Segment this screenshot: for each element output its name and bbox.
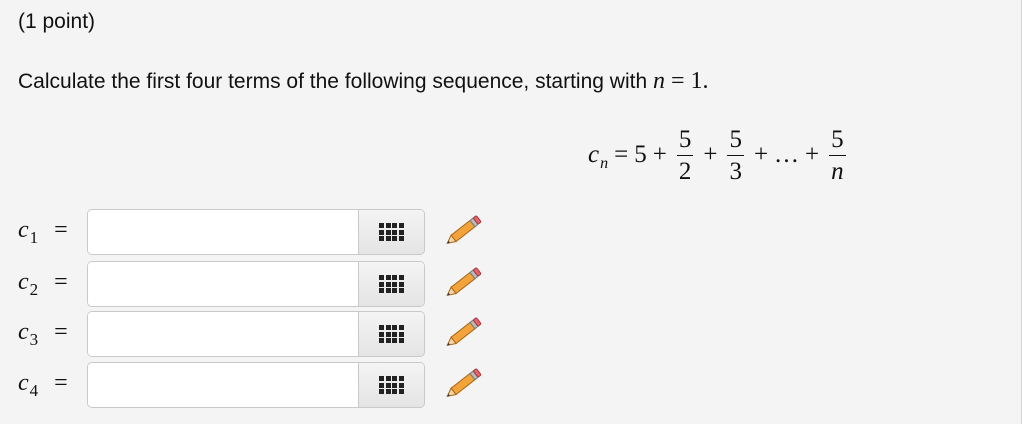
- answer-input-c2[interactable]: [88, 262, 358, 306]
- formula-ellipsis: …: [774, 141, 800, 168]
- answer-field-wrapper: [87, 311, 425, 357]
- formula-lhs-sub: n: [600, 155, 609, 172]
- formula-lhs: cn: [588, 141, 609, 172]
- answer-eq: =: [54, 319, 68, 345]
- answer-var: c: [18, 217, 29, 243]
- grid-icon: [379, 376, 404, 394]
- answer-sub: 3: [29, 330, 39, 349]
- sequence-formula: cn = 5 + 5 2 + 5 3 + … + 5 n: [588, 120, 850, 190]
- answer-eq: =: [54, 217, 68, 243]
- answer-sub: 4: [29, 381, 39, 400]
- answer-label-c2: c2 =: [18, 269, 68, 299]
- formula-plus-1: +: [652, 141, 667, 168]
- answer-sub: 2: [29, 280, 39, 299]
- answer-row-c1: c1 =: [0, 209, 1000, 257]
- answer-eq: =: [54, 370, 68, 396]
- answer-var: c: [18, 319, 29, 345]
- equation-editor-button[interactable]: [358, 210, 424, 254]
- problem-panel: (1 point) Calculate the first four terms…: [0, 0, 1022, 424]
- fraction-1: 5 2: [676, 127, 694, 185]
- fraction-3-den: n: [831, 156, 844, 184]
- formula-plus-3: +: [753, 141, 769, 168]
- answer-label-c1: c1 =: [18, 217, 68, 247]
- answer-input-c4[interactable]: [88, 363, 358, 407]
- formula-plus-2: +: [703, 141, 718, 168]
- equation-editor-button[interactable]: [358, 363, 424, 407]
- formula-eq: =: [614, 141, 629, 168]
- fraction-1-den: 2: [678, 157, 692, 185]
- answer-row-c4: c4 =: [0, 362, 1000, 410]
- question-end: .: [702, 68, 709, 94]
- pencil-icon[interactable]: [441, 211, 485, 251]
- answer-label-c4: c4 =: [18, 370, 68, 400]
- answer-sub: 1: [29, 228, 39, 247]
- question-prefix: Calculate the first four terms of the fo…: [18, 70, 648, 93]
- answer-input-c3[interactable]: [88, 312, 358, 356]
- answer-label-c3: c3 =: [18, 319, 68, 349]
- points-label: (1 point): [18, 10, 96, 33]
- fraction-3: 5 n: [829, 127, 846, 184]
- fraction-3-num: 5: [829, 127, 846, 156]
- fraction-3-den-var: n: [831, 157, 844, 185]
- fraction-2: 5 3: [727, 127, 744, 184]
- grid-icon: [379, 223, 404, 241]
- pencil-icon[interactable]: [441, 364, 485, 404]
- answer-row-c2: c2 =: [0, 261, 1000, 309]
- pencil-icon[interactable]: [441, 263, 485, 303]
- pencil-icon[interactable]: [441, 313, 485, 353]
- answer-var: c: [18, 370, 29, 396]
- equation-editor-button[interactable]: [358, 262, 424, 306]
- fraction-2-den: 3: [729, 157, 742, 185]
- answer-eq: =: [54, 269, 68, 295]
- answer-row-c3: c3 =: [0, 311, 1000, 359]
- formula-lhs-var: c: [588, 141, 600, 168]
- formula-first-term: 5: [634, 141, 647, 168]
- grid-icon: [379, 325, 404, 343]
- equation-editor-button[interactable]: [358, 312, 424, 356]
- answer-field-wrapper: [87, 362, 425, 408]
- answer-input-c1[interactable]: [88, 210, 358, 254]
- grid-icon: [379, 275, 404, 293]
- formula-plus-4: +: [805, 141, 820, 168]
- question-value: 1: [690, 68, 703, 94]
- answer-field-wrapper: [87, 261, 425, 307]
- question-eq: =: [670, 68, 685, 94]
- question-math: n = 1.: [653, 68, 709, 94]
- answer-var: c: [18, 269, 29, 295]
- question-text: Calculate the first four terms of the fo…: [18, 68, 709, 95]
- fraction-1-num: 5: [676, 127, 694, 156]
- fraction-2-num: 5: [727, 127, 744, 156]
- question-var: n: [652, 68, 665, 94]
- answer-field-wrapper: [87, 209, 425, 255]
